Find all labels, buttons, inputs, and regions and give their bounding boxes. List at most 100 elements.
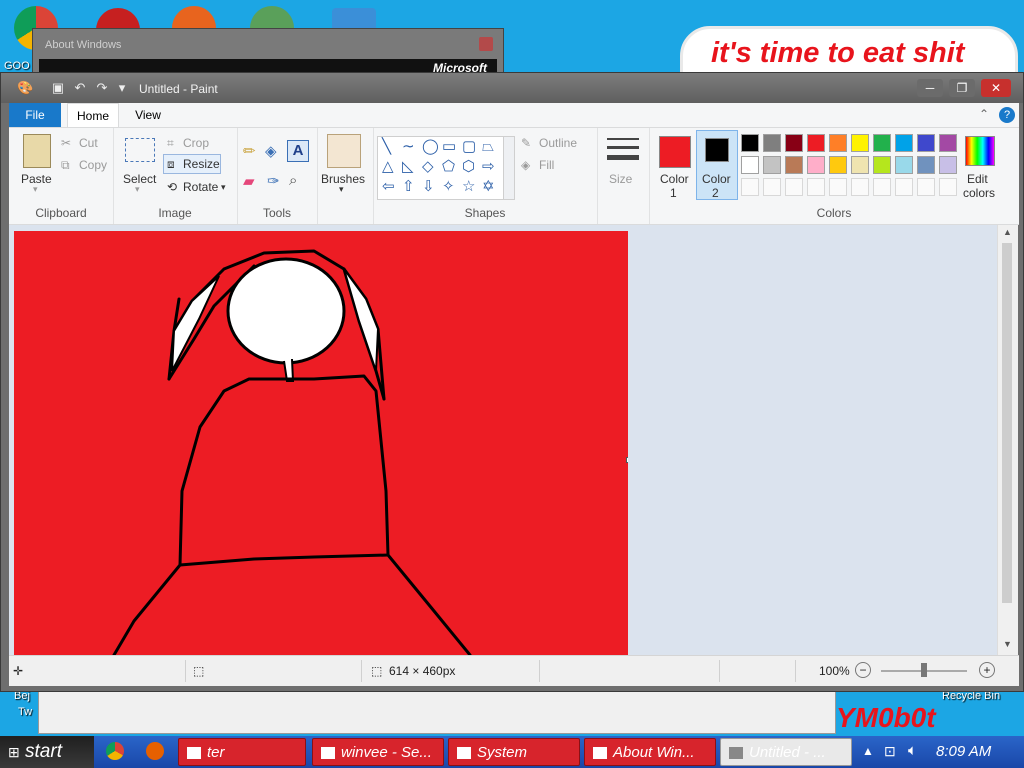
- custom-color-slot[interactable]: [785, 178, 803, 196]
- maximize-button[interactable]: ❐: [949, 79, 975, 97]
- taskbar-item-active[interactable]: Untitled - ...: [720, 738, 852, 766]
- edit-colors-line1[interactable]: Edit: [967, 172, 988, 186]
- custom-color-slot[interactable]: [807, 178, 825, 196]
- shapes-gallery[interactable]: ╲ ∼ ◯ ▭ ▢ ⏢ △ ◺ ◇ ⬠ ⬡ ⇨ ⇦ ⇧ ⇩ ✧ ☆ ✡: [377, 136, 505, 200]
- taskbar-item[interactable]: winvee - Se...: [312, 738, 444, 766]
- fill-button[interactable]: Fill: [539, 158, 554, 172]
- palette-swatch[interactable]: [741, 156, 759, 174]
- canvas-resize-handle[interactable]: [626, 457, 628, 463]
- chevron-down-icon[interactable]: ▾: [135, 184, 140, 195]
- custom-color-slot[interactable]: [917, 178, 935, 196]
- right-triangle-icon: ◺: [402, 158, 414, 175]
- minimize-button[interactable]: ─: [917, 79, 943, 97]
- edit-colors-line2[interactable]: colors: [963, 186, 995, 200]
- taskbar-item[interactable]: System: [448, 738, 580, 766]
- color-picker-icon[interactable]: ✑: [267, 172, 280, 190]
- zoom-in-button[interactable]: +: [979, 662, 995, 678]
- palette-swatch[interactable]: [851, 156, 869, 174]
- redo-icon[interactable]: ↷: [95, 81, 109, 95]
- palette-swatch[interactable]: [917, 134, 935, 152]
- chevron-down-icon[interactable]: ▾: [339, 184, 344, 195]
- select-icon[interactable]: [125, 138, 155, 162]
- drawing: [112, 249, 472, 655]
- palette-swatch[interactable]: [807, 156, 825, 174]
- chevron-down-icon[interactable]: ▾: [221, 182, 226, 193]
- drawing-canvas[interactable]: [14, 231, 628, 655]
- brush-icon[interactable]: [327, 134, 361, 168]
- outline-button[interactable]: Outline: [539, 136, 577, 150]
- start-button[interactable]: ⊞ start: [0, 736, 94, 768]
- firefox-taskbar-icon[interactable]: [146, 742, 164, 760]
- paint-app-icon[interactable]: 🎨: [17, 81, 33, 95]
- curve-icon: ∼: [402, 138, 415, 155]
- custom-color-slot[interactable]: [895, 178, 913, 196]
- cut-button[interactable]: Cut: [79, 136, 98, 150]
- customize-chevron-icon[interactable]: ▾: [115, 81, 129, 95]
- palette-swatch[interactable]: [873, 156, 891, 174]
- paste-icon[interactable]: [23, 134, 51, 168]
- custom-color-slot[interactable]: [763, 178, 781, 196]
- scroll-down-icon[interactable]: ▼: [1003, 639, 1012, 649]
- palette-swatch[interactable]: [873, 134, 891, 152]
- network-icon[interactable]: ⊡: [884, 743, 896, 760]
- palette-swatch[interactable]: [829, 156, 847, 174]
- pencil-icon[interactable]: ✏: [243, 142, 256, 160]
- palette-swatch[interactable]: [917, 156, 935, 174]
- custom-color-slot[interactable]: [829, 178, 847, 196]
- taskbar-item[interactable]: About Win...: [584, 738, 716, 766]
- resize-button[interactable]: Resize: [183, 157, 220, 171]
- palette-swatch[interactable]: [763, 156, 781, 174]
- palette-swatch[interactable]: [851, 134, 869, 152]
- tab-home[interactable]: Home: [67, 103, 119, 127]
- scroll-thumb[interactable]: [1002, 243, 1012, 603]
- palette-swatch[interactable]: [939, 156, 957, 174]
- color2-label[interactable]: Color: [702, 172, 731, 186]
- palette-swatch[interactable]: [829, 134, 847, 152]
- custom-color-slot[interactable]: [741, 178, 759, 196]
- custom-color-slot[interactable]: [939, 178, 957, 196]
- close-button[interactable]: ✕: [981, 79, 1011, 97]
- rotate-button[interactable]: Rotate: [183, 180, 218, 194]
- undo-icon[interactable]: ↶: [73, 81, 87, 95]
- color2-swatch[interactable]: [705, 138, 729, 162]
- tray-expand-icon[interactable]: ▲: [862, 744, 874, 758]
- zoom-out-button[interactable]: −: [855, 662, 871, 678]
- palette-swatch[interactable]: [741, 134, 759, 152]
- scroll-up-icon[interactable]: ▲: [1003, 227, 1012, 237]
- text-tool-icon[interactable]: A: [287, 140, 309, 162]
- palette-swatch[interactable]: [785, 134, 803, 152]
- palette-swatch[interactable]: [895, 156, 913, 174]
- color1-swatch[interactable]: [659, 136, 691, 168]
- eraser-icon[interactable]: ▰: [243, 172, 255, 190]
- tab-file[interactable]: File: [9, 103, 61, 127]
- palette-swatch[interactable]: [895, 134, 913, 152]
- custom-color-slot[interactable]: [873, 178, 891, 196]
- volume-icon[interactable]: 🔈︎: [908, 742, 917, 759]
- fill-bucket-icon[interactable]: ◈: [265, 142, 277, 160]
- edit-colors-icon[interactable]: [965, 136, 995, 166]
- taskbar-item[interactable]: ter: [178, 738, 306, 766]
- title-bar[interactable]: 🎨 ▣ ↶ ↷ ▾ Untitled - Paint ─ ❐ ✕: [1, 73, 1023, 103]
- tab-view[interactable]: View: [125, 103, 171, 127]
- custom-color-slot[interactable]: [851, 178, 869, 196]
- size-button[interactable]: Size: [609, 172, 632, 186]
- desktop-label: GOO: [4, 60, 30, 72]
- palette-swatch[interactable]: [785, 156, 803, 174]
- palette-swatch[interactable]: [807, 134, 825, 152]
- zoom-slider-thumb[interactable]: [921, 663, 927, 677]
- palette-swatch[interactable]: [763, 134, 781, 152]
- help-icon[interactable]: ?: [999, 107, 1015, 123]
- palette-swatch[interactable]: [939, 134, 957, 152]
- color1-label[interactable]: Color: [660, 172, 689, 186]
- shapes-scroll[interactable]: [503, 136, 515, 200]
- copy-button[interactable]: Copy: [79, 158, 107, 172]
- close-icon[interactable]: [479, 37, 493, 51]
- chevron-down-icon[interactable]: ▾: [33, 184, 38, 195]
- collapse-ribbon-icon[interactable]: ⌃: [979, 107, 989, 121]
- chrome-taskbar-icon[interactable]: [106, 742, 124, 760]
- vertical-scrollbar[interactable]: ▲ ▼: [997, 225, 1018, 655]
- clock[interactable]: 8:09 AM: [936, 743, 991, 760]
- crop-button[interactable]: Crop: [183, 136, 209, 150]
- save-icon[interactable]: ▣: [51, 81, 65, 95]
- magnifier-icon[interactable]: ⌕: [289, 172, 297, 189]
